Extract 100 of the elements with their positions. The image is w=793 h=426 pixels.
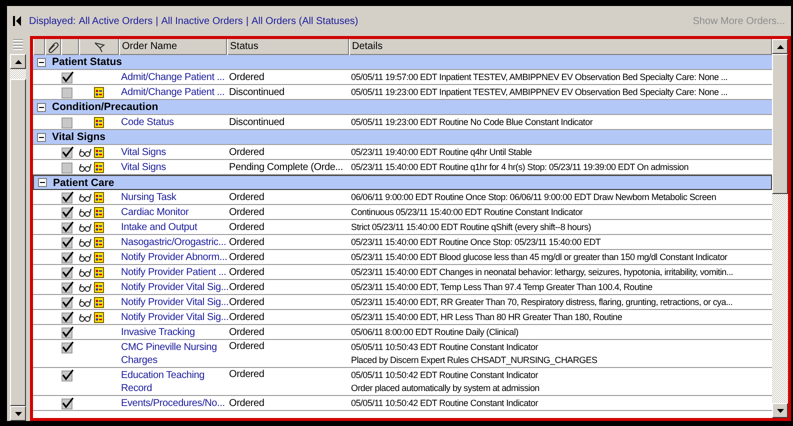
order-name-link[interactable]: Education Teaching Record <box>119 369 227 395</box>
up-arrow-icon <box>14 60 22 64</box>
checkbox[interactable] <box>61 310 74 324</box>
order-name-link[interactable]: CMC Pineville Nursing Charges <box>119 341 227 367</box>
group-row[interactable]: Vital Signs <box>33 130 772 145</box>
order-name-link[interactable]: Admit/Change Patient ... <box>119 86 225 98</box>
status-cell-text: Ordered <box>228 222 266 232</box>
status-cell-text: Ordered <box>228 341 266 352</box>
filter-link[interactable]: All Inactive Orders <box>161 16 243 26</box>
scroll-down-button[interactable] <box>772 403 788 418</box>
checkbox[interactable] <box>61 190 74 204</box>
checkbox[interactable] <box>61 296 74 308</box>
glasses-icon[interactable] <box>79 268 92 276</box>
order-name-link[interactable]: Invasive Tracking <box>119 326 195 338</box>
document-icon[interactable] <box>94 282 104 292</box>
status-cell-text: Pending Complete (Orde... <box>228 162 344 172</box>
details-cell-text: 05/05/11 19:57:00 EDT Inpatient TESTEV, AMBIPPNEV EV Observation Bed Specialty Care: None ... <box>351 70 728 84</box>
document-icon[interactable] <box>94 312 104 322</box>
checkbox[interactable] <box>61 369 74 382</box>
status-cell-text: Ordered <box>228 72 266 82</box>
details-note: Order placed automatically by system at admission <box>351 382 540 395</box>
order-name-link[interactable]: Notify Provider Vital Sig... <box>119 296 229 308</box>
group-row[interactable]: Condition/Precaution <box>33 100 772 115</box>
group-row[interactable]: Patient Care <box>33 175 772 190</box>
group-row[interactable]: Patient Status <box>33 55 772 70</box>
collapse-icon[interactable] <box>37 132 46 142</box>
flag-icon <box>94 42 104 52</box>
checkbox[interactable] <box>61 236 74 248</box>
glasses-icon[interactable] <box>79 222 92 232</box>
details-cell-text: 05/05/11 10:50:43 EDT Routine Constant Indicator <box>351 341 539 354</box>
document-icon[interactable] <box>94 206 104 218</box>
order-name-link[interactable]: Notify Provider Vital Sig... <box>119 312 229 322</box>
order-name-link[interactable]: Vital Signs <box>119 146 166 158</box>
document-icon[interactable] <box>94 266 104 278</box>
checkbox[interactable] <box>61 341 74 354</box>
scrollbar-thumb[interactable] <box>772 54 788 194</box>
collapse-icon[interactable] <box>38 178 47 187</box>
document-icon[interactable] <box>94 296 104 308</box>
checkbox[interactable] <box>61 266 74 278</box>
order-name-link[interactable]: Notify Provider Patient ... <box>119 266 226 278</box>
order-name-link[interactable]: Vital Signs <box>119 162 166 172</box>
glasses-icon[interactable] <box>79 282 92 292</box>
document-icon[interactable] <box>94 86 104 98</box>
order-name-link[interactable]: Admit/Change Patient ... <box>119 72 225 82</box>
document-icon[interactable] <box>94 146 104 158</box>
checkbox[interactable] <box>61 206 74 218</box>
checkbox[interactable] <box>61 116 74 128</box>
glasses-icon[interactable] <box>79 298 92 306</box>
checkbox[interactable] <box>61 396 74 410</box>
document-icon[interactable] <box>94 236 104 248</box>
collapse-icon[interactable] <box>37 58 46 66</box>
glasses-icon[interactable] <box>79 192 92 202</box>
first-page-icon[interactable] <box>13 16 21 26</box>
document-icon[interactable] <box>94 222 104 232</box>
glasses-icon[interactable] <box>79 312 92 322</box>
scroll-up-button[interactable] <box>772 39 788 54</box>
scroll-up-button[interactable] <box>10 54 26 69</box>
order-name-link[interactable]: Events/Procedures/No... <box>119 398 225 408</box>
checkbox[interactable] <box>61 70 74 84</box>
document-icon[interactable] <box>94 162 104 172</box>
details-cell-text: 05/06/11 8:00:00 EDT Routine Daily (Clinical) <box>351 326 520 338</box>
status-cell-text: Discontinued <box>228 86 286 98</box>
details-cell-text: 05/23/11 15:40:00 EDT Routine q1hr for 4 hr(s) Stop: 05/23/11 19:39:00 EDT On admission <box>351 160 690 174</box>
document-icon[interactable] <box>94 252 104 262</box>
order-name-link[interactable]: Nasogastric/Orogastric... <box>119 236 226 248</box>
order-name-link[interactable]: Nursing Task <box>119 192 176 202</box>
glasses-icon[interactable] <box>79 148 92 156</box>
details-cell-text: 05/23/11 19:40:00 EDT Routine q4hr Until Stable <box>351 146 533 158</box>
document-icon[interactable] <box>94 192 104 202</box>
checkbox[interactable] <box>61 280 74 294</box>
checkbox[interactable] <box>61 86 74 98</box>
grip-handle[interactable] <box>13 38 23 50</box>
checkbox[interactable] <box>61 160 74 174</box>
glasses-icon[interactable] <box>79 162 92 172</box>
checkbox[interactable] <box>61 326 74 338</box>
details-cell-text: 05/23/11 15:40:00 EDT Blood glucose less than 45 mg/dl or greater than 150 mg/dl Constant Indicator <box>351 250 728 264</box>
glasses-icon[interactable] <box>79 208 92 216</box>
checkbox[interactable] <box>61 220 74 234</box>
glasses-icon[interactable] <box>79 252 92 262</box>
status-cell-text: Ordered <box>228 326 266 338</box>
order-name-link[interactable]: Code Status <box>119 116 174 128</box>
filter-link[interactable]: All Orders (All Statuses) <box>252 16 358 26</box>
details-cell-text: 05/23/11 15:40:00 EDT, RR Greater Than 70, Respiratory distress, flaring, grunting, retractions, or cya... <box>351 296 734 308</box>
document-icon[interactable] <box>94 116 104 128</box>
group-name: Patient Status <box>52 56 122 68</box>
order-name-link[interactable]: Notify Provider Vital Sig... <box>119 282 229 292</box>
details-cell-text: Strict 05/23/11 15:40:00 EDT Routine qShift (every shift--8 hours) <box>351 220 592 234</box>
order-name-link[interactable]: Intake and Output <box>119 222 198 232</box>
scroll-down-button[interactable] <box>10 406 26 421</box>
glasses-icon[interactable] <box>79 238 92 246</box>
status-cell-text: Ordered <box>228 266 266 278</box>
order-name-link[interactable]: Notify Provider Abnorm... <box>119 252 228 262</box>
collapse-icon[interactable] <box>37 102 46 112</box>
checkbox[interactable] <box>61 146 74 158</box>
checkbox[interactable] <box>61 250 74 264</box>
order-name-link[interactable]: Cardiac Monitor <box>119 206 189 218</box>
separator: | <box>156 16 158 26</box>
separator: | <box>246 16 249 26</box>
details-cell-text: 05/05/11 19:23:00 EDT Routine No Code Blue Constant Indicator <box>351 116 594 128</box>
filter-link[interactable]: All Active Orders <box>78 16 153 26</box>
